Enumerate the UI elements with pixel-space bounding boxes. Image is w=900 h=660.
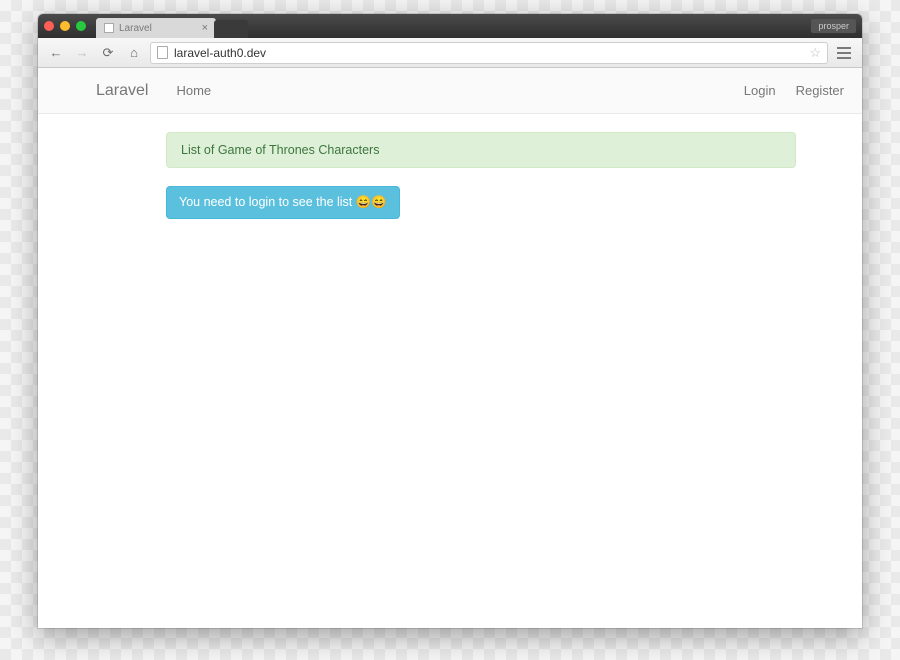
window-minimize-button[interactable] xyxy=(60,21,70,31)
back-button[interactable]: ← xyxy=(46,43,66,63)
app-navbar: Laravel Home Login Register xyxy=(38,68,862,114)
home-button[interactable]: ⌂ xyxy=(124,43,144,63)
url-input[interactable] xyxy=(174,46,803,60)
nav-link-home[interactable]: Home xyxy=(176,83,211,98)
browser-menu-button[interactable] xyxy=(834,47,854,59)
browser-tab-active[interactable]: Laravel × xyxy=(96,18,216,38)
navbar-left: Home xyxy=(176,83,211,98)
window-close-button[interactable] xyxy=(44,21,54,31)
panel-heading: List of Game of Thrones Characters xyxy=(166,132,796,168)
page-viewport: Laravel Home Login Register List of Game… xyxy=(38,68,862,628)
navbar-right: Login Register xyxy=(744,83,844,98)
browser-window: Laravel × prosper ← → ⟳ ⌂ ☆ Laravel Home… xyxy=(38,14,862,628)
forward-button[interactable]: → xyxy=(72,43,92,63)
login-notice-button[interactable]: You need to login to see the list 😄😄 xyxy=(166,186,400,219)
panel-title-text: List of Game of Thrones Characters xyxy=(181,143,379,157)
nav-link-register[interactable]: Register xyxy=(796,83,844,98)
login-notice-text: You need to login to see the list 😄😄 xyxy=(179,195,387,209)
new-tab-button[interactable] xyxy=(214,20,248,38)
page-content: List of Game of Thrones Characters You n… xyxy=(38,114,862,219)
browser-toolbar: ← → ⟳ ⌂ ☆ xyxy=(38,38,862,68)
bookmark-star-icon[interactable]: ☆ xyxy=(809,45,821,61)
extension-badge[interactable]: prosper xyxy=(811,19,856,33)
tab-close-icon[interactable]: × xyxy=(202,22,208,34)
address-bar[interactable]: ☆ xyxy=(150,42,828,64)
nav-link-login[interactable]: Login xyxy=(744,83,776,98)
tab-favicon-icon xyxy=(104,23,114,33)
browser-tabstrip: Laravel × prosper xyxy=(38,14,862,38)
tab-title: Laravel xyxy=(119,23,197,34)
window-zoom-button[interactable] xyxy=(76,21,86,31)
window-controls xyxy=(44,21,86,31)
navbar-brand[interactable]: Laravel xyxy=(96,82,148,100)
page-icon xyxy=(157,46,168,59)
reload-button[interactable]: ⟳ xyxy=(98,43,118,63)
